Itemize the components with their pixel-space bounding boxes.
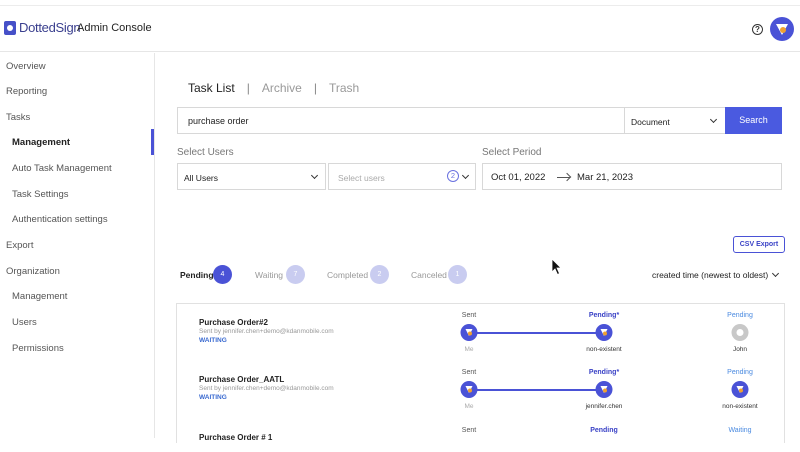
step-name: Me bbox=[464, 403, 474, 410]
app-title: Admin Console bbox=[77, 22, 152, 34]
sidebar-item-permissions[interactable]: Permissions bbox=[12, 343, 64, 354]
signer-pending-icon bbox=[595, 324, 613, 341]
status-tab-canceled[interactable]: Canceled bbox=[411, 270, 447, 280]
tab-task-list[interactable]: Task List bbox=[188, 81, 235, 95]
step-label: Sent bbox=[461, 312, 477, 319]
task-status: WAITING bbox=[199, 337, 227, 344]
search-scope-value: Document bbox=[631, 117, 670, 127]
step-name: Me bbox=[464, 346, 474, 353]
status-tab-waiting[interactable]: Waiting bbox=[255, 270, 283, 280]
sidebar-item-overview[interactable]: Overview bbox=[6, 61, 46, 72]
task-tabs: Task List | Archive | Trash bbox=[188, 81, 359, 95]
step-label: Pending bbox=[727, 369, 753, 376]
select-period-label: Select Period bbox=[482, 147, 542, 158]
search-scope-select[interactable]: Document bbox=[624, 107, 726, 134]
signer-sent-icon bbox=[460, 381, 478, 398]
sidebar-item-tasks[interactable]: Tasks bbox=[6, 112, 30, 123]
step-label: Pending bbox=[727, 312, 753, 319]
status-tab-pending[interactable]: Pending bbox=[180, 270, 214, 280]
table-row[interactable]: Purchase Order_AATL Sent by jennifer.che… bbox=[177, 367, 786, 427]
step-label: Pending bbox=[590, 427, 618, 434]
date-from[interactable]: Oct 01, 2022 bbox=[491, 172, 545, 183]
waiting-count-badge: 7 bbox=[286, 265, 305, 284]
avatar-logo-icon bbox=[776, 24, 788, 35]
progress-line bbox=[469, 332, 604, 334]
tab-trash[interactable]: Trash bbox=[329, 81, 359, 95]
sidebar-item-organization[interactable]: Organization bbox=[6, 266, 60, 277]
step-name: non-existent bbox=[586, 346, 622, 353]
task-sender: Sent by jennifer.chen+demo@kdanmobile.co… bbox=[199, 385, 334, 392]
task-sender: Sent by jennifer.chen+demo@kdanmobile.co… bbox=[199, 328, 334, 335]
status-tab-completed[interactable]: Completed bbox=[327, 270, 368, 280]
step-name: non-existent bbox=[722, 403, 758, 410]
select-users-label: Select Users bbox=[177, 147, 234, 158]
top-bar: DottedSign Admin Console ? bbox=[0, 6, 800, 52]
chevron-down-icon bbox=[709, 115, 718, 124]
step-name: John bbox=[732, 346, 748, 353]
search-button[interactable]: Search bbox=[725, 107, 782, 134]
signer-avatar-icon bbox=[731, 324, 749, 341]
csv-export-button[interactable]: CSV Export bbox=[733, 236, 785, 253]
sidebar-item-auto-task-management[interactable]: Auto Task Management bbox=[12, 163, 112, 174]
logo-text: DottedSign bbox=[19, 20, 81, 35]
help-icon[interactable]: ? bbox=[752, 24, 763, 35]
date-range-picker[interactable]: Oct 01, 2022 Mar 21, 2023 bbox=[482, 163, 782, 190]
task-status: WAITING bbox=[199, 394, 227, 401]
users-select-value: All Users bbox=[184, 173, 219, 183]
completed-count-badge: 2 bbox=[370, 265, 389, 284]
signer-avatar-icon bbox=[731, 381, 749, 398]
search-input[interactable]: purchase order bbox=[177, 107, 625, 134]
mouse-cursor-icon bbox=[551, 258, 562, 276]
users-select[interactable]: All Users bbox=[177, 163, 326, 190]
sidebar-item-task-settings[interactable]: Task Settings bbox=[12, 189, 69, 200]
dottedsign-logo[interactable]: DottedSign bbox=[4, 20, 81, 35]
arrow-right-icon bbox=[557, 177, 570, 178]
sidebar-active-indicator bbox=[151, 129, 154, 155]
tab-separator: | bbox=[246, 81, 250, 95]
sort-value: created time (newest to oldest) bbox=[652, 270, 769, 280]
sidebar: Overview Reporting Tasks Management Auto… bbox=[0, 53, 155, 438]
step-name: jennifer.chen bbox=[585, 403, 623, 410]
sidebar-item-users[interactable]: Users bbox=[12, 317, 37, 328]
sidebar-item-authentication-settings[interactable]: Authentication settings bbox=[12, 214, 108, 225]
date-to[interactable]: Mar 21, 2023 bbox=[577, 172, 633, 183]
task-title[interactable]: Purchase Order_AATL bbox=[199, 375, 284, 384]
signer-sent-icon bbox=[460, 324, 478, 341]
avatar[interactable] bbox=[770, 17, 794, 41]
tab-archive[interactable]: Archive bbox=[262, 81, 302, 95]
step-label: Pending* bbox=[588, 369, 620, 376]
table-row[interactable]: Purchase Order#2 Sent by jennifer.chen+d… bbox=[177, 304, 786, 374]
selected-users-count-badge: 2 bbox=[447, 170, 459, 182]
signer-pending-icon bbox=[595, 381, 613, 398]
task-list: Purchase Order#2 Sent by jennifer.chen+d… bbox=[176, 303, 785, 443]
sidebar-item-export[interactable]: Export bbox=[6, 240, 33, 251]
sidebar-item-task-management[interactable]: Management bbox=[12, 137, 70, 148]
task-title[interactable]: Purchase Order#2 bbox=[199, 318, 268, 327]
chevron-down-icon bbox=[310, 171, 319, 180]
select-users-placeholder: Select users bbox=[338, 173, 385, 183]
chevron-down-icon bbox=[771, 269, 780, 278]
chevron-down-icon bbox=[461, 171, 470, 180]
sort-select[interactable]: created time (newest to oldest) bbox=[652, 269, 780, 280]
tab-separator: | bbox=[313, 81, 317, 95]
canceled-count-badge: 1 bbox=[448, 265, 467, 284]
step-label: Pending* bbox=[588, 312, 620, 319]
step-label: Sent bbox=[461, 369, 477, 376]
step-label: Waiting bbox=[728, 427, 752, 434]
step-label: Sent bbox=[461, 427, 477, 434]
progress-line bbox=[469, 389, 604, 391]
sidebar-item-reporting[interactable]: Reporting bbox=[6, 86, 47, 97]
table-row[interactable]: Purchase Order # 1 Sent Pending Waiting bbox=[177, 422, 786, 452]
dottedsign-logo-icon bbox=[4, 20, 16, 35]
sidebar-item-org-management[interactable]: Management bbox=[12, 291, 67, 302]
pending-count-badge: 4 bbox=[213, 265, 232, 284]
